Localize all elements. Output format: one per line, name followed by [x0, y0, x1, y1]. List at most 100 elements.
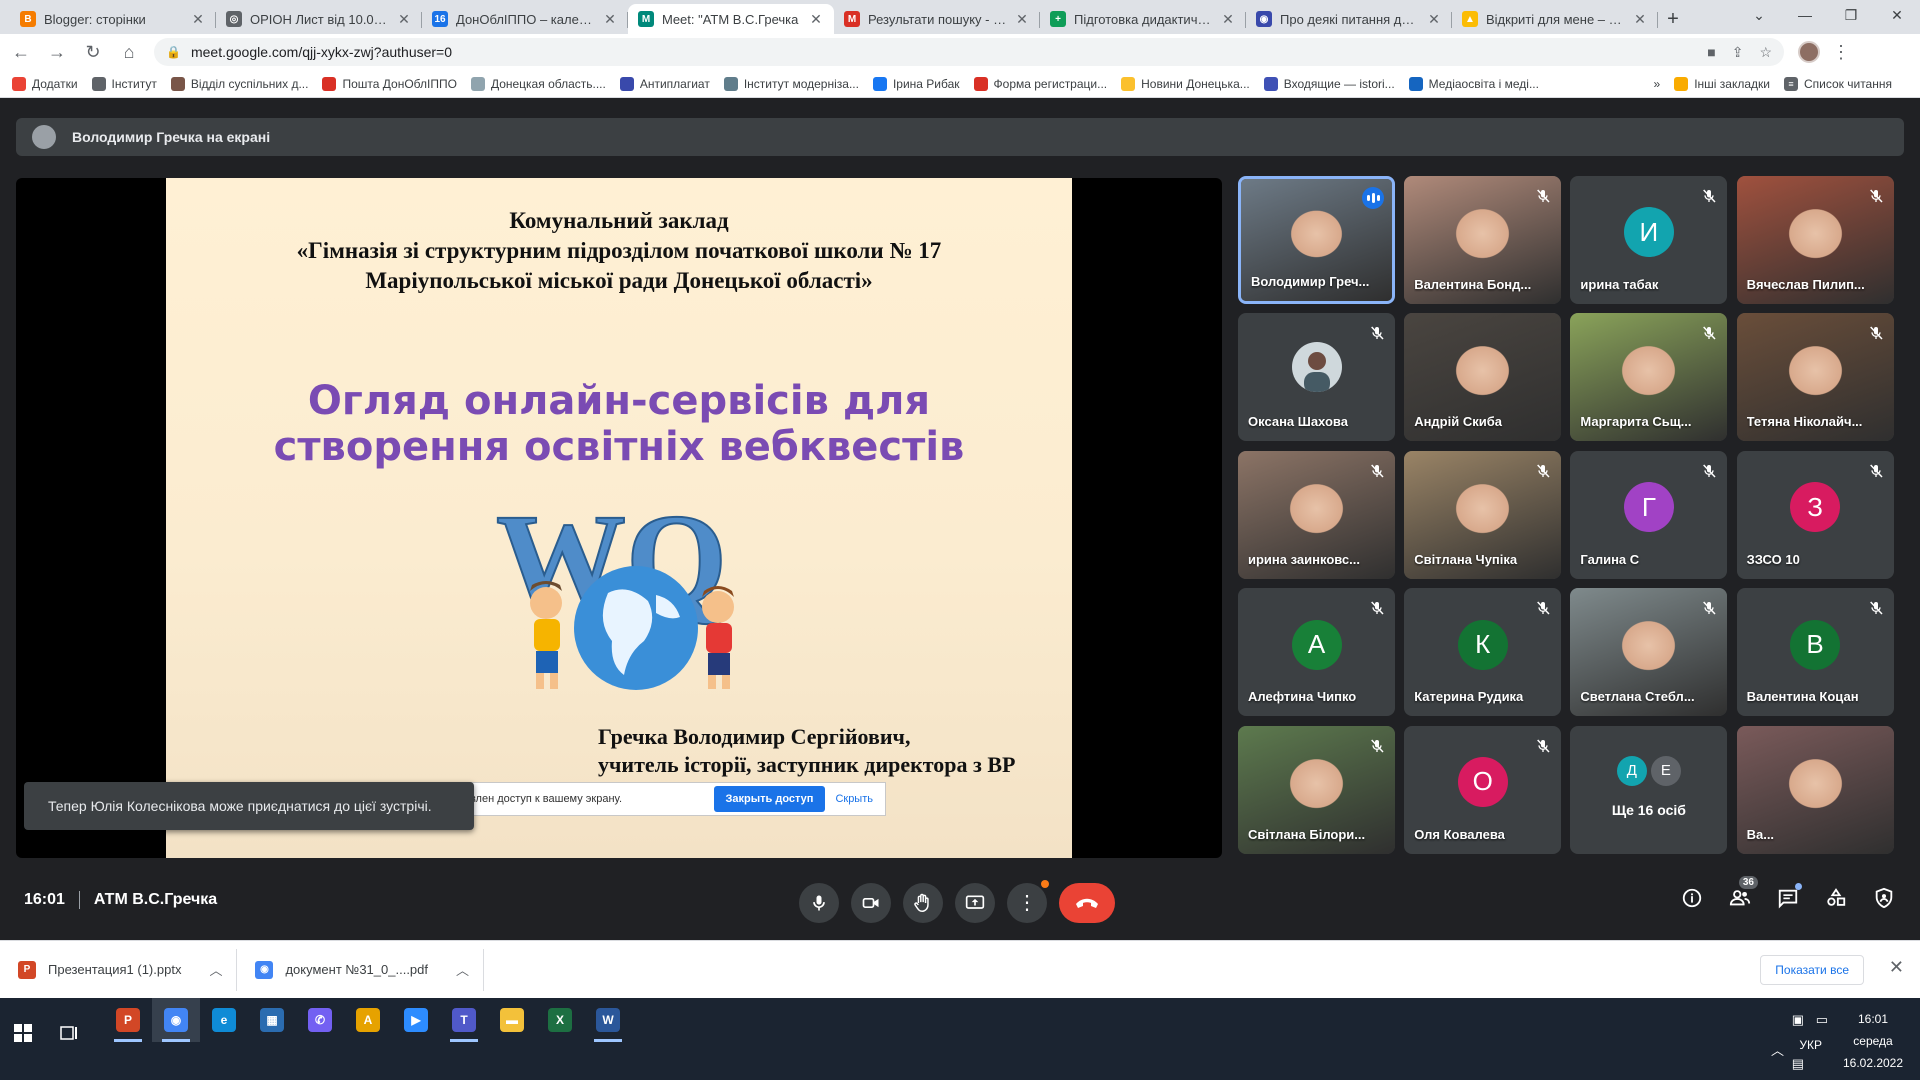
meeting-details-button[interactable] — [1680, 886, 1704, 910]
participant-tile[interactable]: Валентина Бонд... — [1404, 176, 1562, 304]
tab-close-icon[interactable]: ✕ — [1632, 11, 1648, 28]
participant-tile[interactable]: Маргарита Сьщ... — [1570, 313, 1728, 442]
taskbar-app-zoom[interactable]: ▶ — [392, 998, 440, 1042]
participant-tile[interactable]: Оксана Шахова — [1238, 313, 1395, 442]
browser-tab[interactable]: ◉ Про деякі питання держа ✕ — [1246, 4, 1452, 34]
tab-close-icon[interactable]: ✕ — [1014, 11, 1030, 28]
participant-tile[interactable]: Володимир Греч... — [1238, 176, 1395, 304]
host-controls-button[interactable] — [1872, 886, 1896, 910]
taskbar-app-chrome[interactable]: ◉ — [152, 998, 200, 1042]
bookmark-item[interactable]: Медіаосвіта і меді... — [1408, 76, 1539, 91]
minimize-button[interactable]: — — [1782, 0, 1828, 30]
taskbar-app-explorer[interactable]: ▬ — [488, 998, 536, 1042]
taskbar-app-store[interactable]: ▦ — [248, 998, 296, 1042]
reload-button[interactable]: ↻ — [78, 37, 108, 67]
stop-sharing-button[interactable]: Закрыть доступ — [713, 786, 826, 812]
profile-avatar[interactable] — [1798, 41, 1820, 63]
activities-button[interactable] — [1824, 886, 1848, 910]
network-icon[interactable]: ▭ — [1816, 1012, 1828, 1028]
camera-in-use-icon[interactable]: ■ — [1707, 44, 1715, 60]
browser-tab[interactable]: M Результати пошуку - vcd ✕ — [834, 4, 1040, 34]
meet-now-icon[interactable]: ▣ — [1792, 1012, 1804, 1028]
taskbar-app-excel[interactable]: X — [536, 998, 584, 1042]
chrome-menu-icon[interactable]: ⋮ — [1826, 37, 1856, 67]
bookmark-item[interactable]: Відділ суспільних д... — [170, 76, 308, 91]
raise-hand-button[interactable] — [903, 883, 943, 923]
bookmark-item[interactable]: Форма регистраци... — [973, 76, 1107, 91]
download-options-chevron-icon[interactable]: ︿ — [456, 960, 469, 979]
bookmark-star-icon[interactable]: ☆ — [1759, 44, 1772, 61]
bookmark-item[interactable]: Новини Донецька... — [1121, 76, 1250, 91]
leave-call-button[interactable] — [1059, 883, 1115, 923]
bookmark-item[interactable]: Інститут модернізa... — [723, 76, 859, 91]
maximize-button[interactable]: ❐ — [1828, 0, 1874, 30]
present-screen-button[interactable] — [955, 883, 995, 923]
participant-tile[interactable]: Г Галина С — [1570, 450, 1728, 579]
participant-tile[interactable]: З ЗЗСО 10 — [1736, 450, 1894, 579]
participant-tile[interactable]: О Оля Ковалева — [1404, 725, 1562, 854]
chat-button[interactable] — [1776, 883, 1802, 910]
bookmark-item[interactable]: Ірина Рибак — [872, 76, 960, 91]
camera-button[interactable] — [851, 883, 891, 923]
participant-tile[interactable]: А Алефтина Чипко — [1238, 588, 1395, 717]
participant-tile[interactable]: ирина заинковс... — [1238, 450, 1395, 579]
tab-search-icon[interactable]: ⌄ — [1736, 0, 1782, 30]
new-tab-button[interactable]: + — [1658, 4, 1688, 34]
bookmark-item[interactable]: Входящие — istori... — [1263, 76, 1395, 91]
more-options-button[interactable]: ⋮ — [1007, 880, 1049, 923]
presentation-stage[interactable]: Комунальний заклад «Гімназія зі структур… — [16, 178, 1222, 858]
close-window-button[interactable]: ✕ — [1874, 0, 1920, 30]
browser-tab[interactable]: B Blogger: сторінки ✕ — [10, 4, 216, 34]
system-clock[interactable]: 16:01 середа 16.02.2022 — [1838, 1008, 1908, 1074]
show-all-downloads-button[interactable]: Показати все — [1760, 955, 1864, 985]
address-bar[interactable]: 🔒 meet.google.com/qjj-xykx-zwj?authuser=… — [154, 38, 1784, 66]
browser-tab[interactable]: 16 ДонОблІППО – календар ✕ — [422, 4, 628, 34]
back-button[interactable]: ← — [6, 37, 36, 67]
participant-tile[interactable]: Иирина табак — [1570, 176, 1728, 304]
taskbar-app-edge[interactable]: e — [200, 998, 248, 1042]
start-button[interactable] — [14, 1024, 32, 1047]
reading-list-button[interactable]: ≡ Список читання — [1783, 77, 1892, 91]
taskbar-app-word[interactable]: W — [584, 998, 632, 1042]
browser-tab[interactable]: ◎ ОРІОН Лист від 10.02.2022 ✕ — [216, 4, 422, 34]
home-button[interactable]: ⌂ — [114, 37, 144, 67]
participant-tile[interactable]: Світлана Чупіка — [1404, 450, 1562, 579]
participant-tile[interactable]: Светлана Стебл... — [1570, 588, 1728, 717]
participant-tile[interactable]: Тетяна Ніколайч... — [1736, 313, 1894, 442]
bookmark-item[interactable]: Пошта ДонОблІППО — [322, 76, 457, 91]
participant-tile[interactable]: Ва... — [1736, 725, 1894, 854]
taskbar-app-teams[interactable]: T — [440, 998, 488, 1042]
bookmark-item[interactable]: Інститут — [91, 76, 157, 91]
microphone-button[interactable] — [799, 883, 839, 923]
participant-tile[interactable]: Андрій Скиба — [1404, 313, 1562, 442]
participant-tile[interactable]: Вячеслав Пилип... — [1736, 176, 1894, 304]
download-options-chevron-icon[interactable]: ︿ — [209, 960, 222, 979]
task-view-button[interactable] — [60, 1024, 78, 1047]
taskbar-app-viber[interactable]: ✆ — [296, 998, 344, 1042]
participant-tile[interactable]: Д Е Ще 16 осіб — [1570, 725, 1728, 854]
notification-center-icon[interactable]: ▤ — [1792, 1056, 1804, 1072]
share-icon[interactable]: ⇪ — [1732, 44, 1744, 61]
taskbar-app-powerpoint[interactable]: P — [104, 998, 152, 1042]
download-item[interactable]: P Презентация1 (1).pptx ︿ — [0, 948, 238, 991]
input-language[interactable]: УКР — [1799, 1038, 1822, 1052]
tab-close-icon[interactable]: ✕ — [602, 11, 618, 28]
tab-close-icon[interactable]: ✕ — [808, 11, 824, 28]
browser-tab[interactable]: ▲ Відкриті для мене – Goog ✕ — [1452, 4, 1658, 34]
tab-close-icon[interactable]: ✕ — [190, 11, 206, 28]
hide-notice-link[interactable]: Скрыть — [835, 793, 873, 805]
bookmark-item[interactable]: Антиплагиат — [619, 76, 710, 91]
show-hidden-icons[interactable]: ︿ — [1771, 1040, 1784, 1059]
browser-tab[interactable]: M Meet: "АТМ В.С.Гречка ✕ — [628, 4, 834, 34]
tab-close-icon[interactable]: ✕ — [1220, 11, 1236, 28]
participant-tile[interactable]: К Катерина Рудика — [1404, 588, 1562, 717]
bookmark-item[interactable]: Додатки — [12, 76, 78, 91]
taskbar-app-autocad[interactable]: A — [344, 998, 392, 1042]
browser-tab[interactable]: + Підготовка дидактичного ✕ — [1040, 4, 1246, 34]
tab-close-icon[interactable]: ✕ — [396, 11, 412, 28]
participant-tile[interactable]: Світлана Білори... — [1238, 725, 1395, 854]
participant-tile[interactable]: В Валентина Коцан — [1736, 588, 1894, 717]
forward-button[interactable]: → — [42, 37, 72, 67]
bookmark-item[interactable]: Донецкая область.... — [470, 76, 606, 91]
other-bookmarks-folder[interactable]: Інші закладки — [1674, 77, 1770, 91]
